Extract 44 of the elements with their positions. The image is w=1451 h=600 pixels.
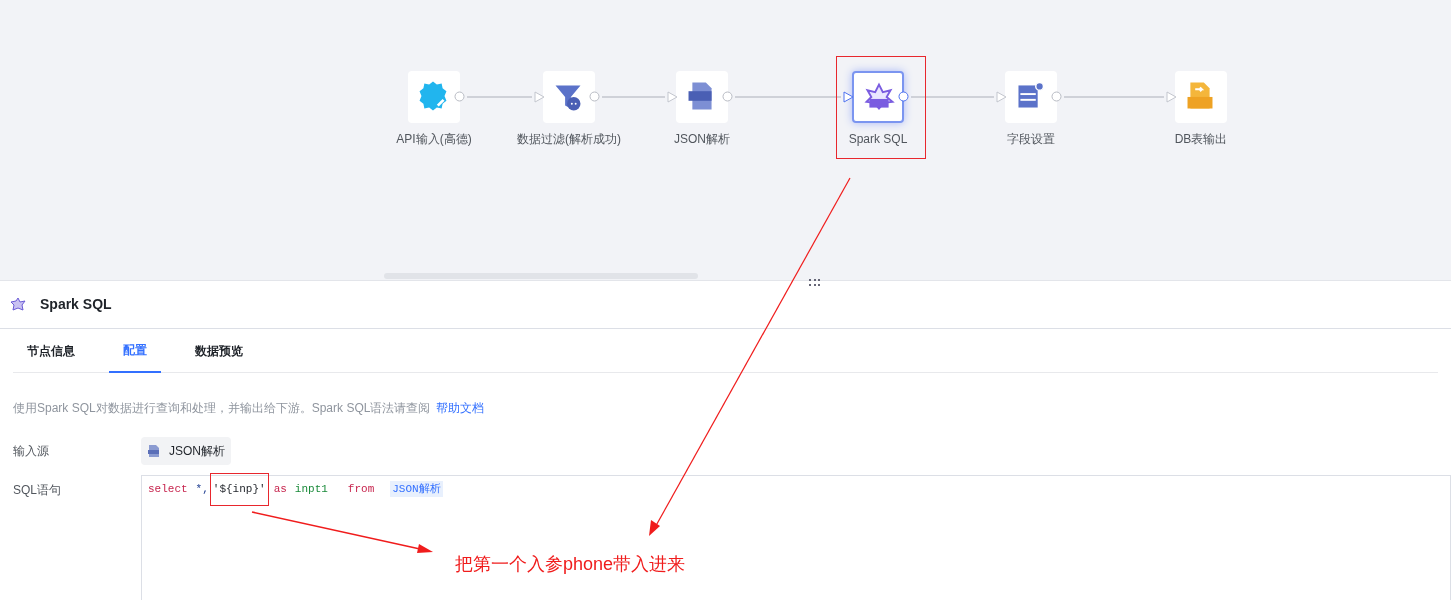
flow-node[interactable]	[852, 71, 904, 123]
chip-label: JSON解析	[169, 443, 225, 460]
description-text: 使用Spark SQL对数据进行查询和处理，并输出给下游。Spark SQL语法请查阅	[13, 401, 431, 415]
panel-title: Spark SQL	[40, 295, 112, 314]
table-reference: JSON解析	[390, 481, 443, 497]
sql-keyword: from	[347, 482, 375, 497]
tab[interactable]: 节点信息	[13, 329, 89, 373]
star-icon	[9, 296, 26, 313]
document-icon	[147, 444, 161, 458]
output-port-icon[interactable]	[1051, 91, 1062, 102]
field-label: 输入源	[13, 443, 50, 460]
annotation-text: 把第一个入参phone带入进来	[455, 553, 686, 576]
flow-node[interactable]	[1175, 71, 1227, 123]
input-port-icon[interactable]	[843, 91, 854, 103]
sql-token: *,	[195, 482, 209, 497]
output-port-icon[interactable]	[898, 91, 909, 102]
flow-node[interactable]	[543, 71, 595, 123]
node-label: DB表输出	[1174, 131, 1228, 148]
sql-keyword: select	[148, 482, 188, 497]
field-label: SQL语句	[13, 482, 62, 499]
node-label: Spark SQL	[848, 131, 908, 148]
input-port-icon[interactable]	[667, 91, 678, 103]
flow-node[interactable]	[408, 71, 460, 123]
node-label: 数据过滤(解析成功)	[517, 131, 621, 148]
sql-identifier: inpt1	[294, 482, 328, 497]
input-source-chip[interactable]: JSON解析	[141, 437, 231, 465]
highlight-frame	[209, 473, 269, 506]
tab[interactable]: 配置	[109, 329, 161, 373]
output-port-icon[interactable]	[589, 91, 600, 102]
input-port-icon[interactable]	[996, 91, 1007, 103]
input-port-icon[interactable]	[1166, 91, 1177, 103]
tab[interactable]: 数据预览	[181, 329, 257, 373]
sql-string: '${inp}'	[212, 483, 266, 495]
output-port-icon[interactable]	[454, 91, 465, 102]
sql-keyword: as	[273, 482, 287, 497]
flow-node[interactable]	[676, 71, 728, 123]
resize-handle-icon[interactable]	[809, 279, 821, 287]
flow-node[interactable]	[1005, 71, 1057, 123]
node-label: 字段设置	[1007, 131, 1055, 148]
node-label: API输入(高德)	[396, 131, 472, 148]
input-port-icon[interactable]	[534, 91, 545, 103]
help-link[interactable]: 帮助文档	[435, 401, 484, 415]
output-port-icon[interactable]	[722, 91, 733, 102]
node-label: JSON解析	[674, 131, 730, 148]
